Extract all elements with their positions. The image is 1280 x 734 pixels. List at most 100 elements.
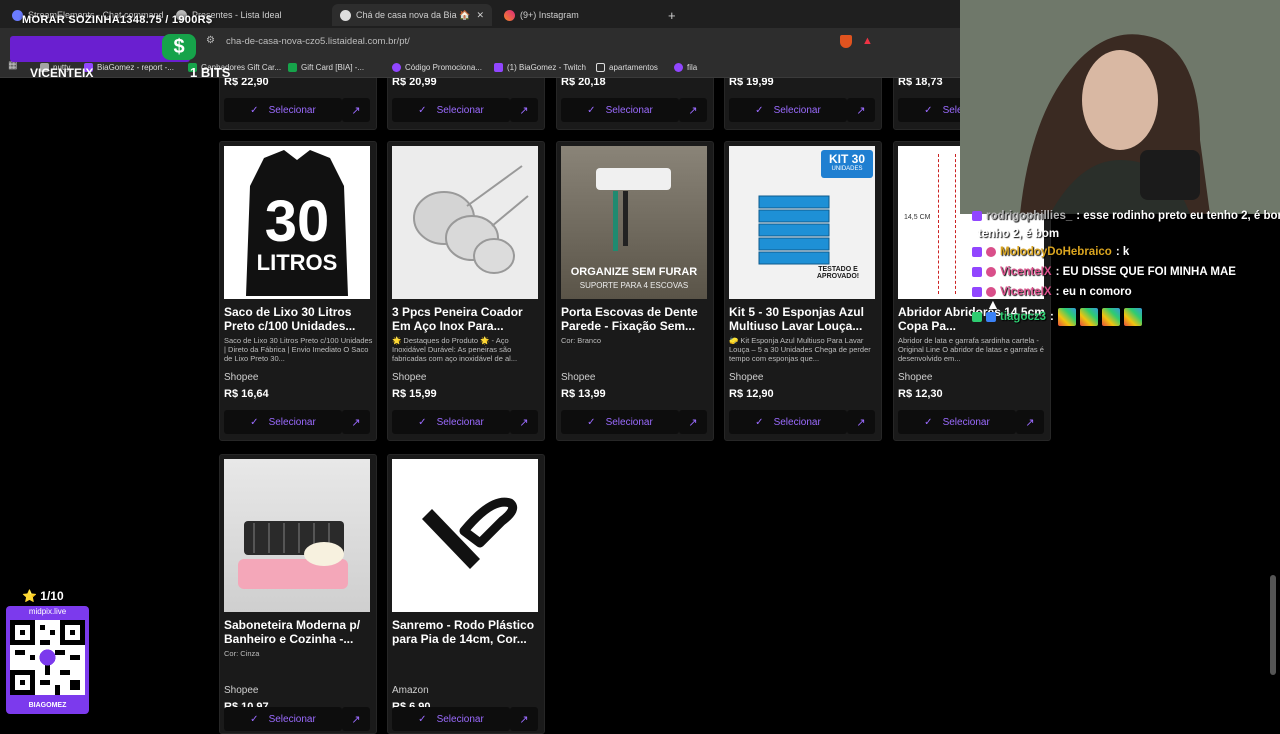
external-link-icon[interactable]: ↗	[510, 410, 538, 434]
streamer-name: BIAGOMEZ	[28, 702, 67, 709]
image-caption: TESTADO E APROVADO!	[816, 266, 860, 280]
badge-icon	[972, 211, 982, 221]
product-title[interactable]: Saco de Lixo 30 Litros Preto c/100 Unida…	[224, 305, 374, 333]
tune-icon[interactable]: ⚙	[206, 35, 215, 46]
twitch-icon	[494, 62, 503, 72]
star-counter: ⭐ 1/10	[22, 589, 64, 603]
image-caption: ORGANIZE SEM FURAR	[570, 266, 698, 278]
chat-overlay: rodrigophillies_: esse rodinho preto eu …	[972, 206, 1280, 332]
product-price: R$ 12,90	[729, 388, 774, 400]
scrollbar[interactable]	[1270, 575, 1276, 675]
select-button[interactable]: ✓Selecionar	[392, 410, 510, 434]
external-link-icon[interactable]: ↗	[847, 410, 875, 434]
chat-message: tiagocz3:	[972, 302, 1280, 332]
badge-icon	[972, 312, 982, 322]
select-button[interactable]: ✓Selecionar	[392, 98, 510, 122]
mouse-cursor-icon: ▲	[986, 296, 1000, 312]
image-caption: 14,5 CM	[904, 214, 931, 221]
url-field[interactable]: cha-de-casa-nova-czo5.listaideal.com.br/…	[200, 33, 840, 51]
product-title[interactable]: Kit 5 - 30 Esponjas Azul Multiuso Lavar …	[729, 305, 879, 333]
emote-icon	[1123, 308, 1142, 326]
check-icon: ✓	[250, 104, 259, 116]
product-store: Shopee	[729, 372, 764, 383]
chat-message: VicenteIX: eu n comoro	[972, 282, 1280, 302]
twitch-icon	[392, 62, 401, 72]
bookmark-item[interactable]: Código Promociona...	[392, 59, 482, 75]
product-store: Shopee	[224, 685, 259, 696]
external-link-icon[interactable]: ↗	[679, 98, 707, 122]
dollar-icon: $	[162, 34, 196, 60]
product-price: R$ 13,99	[561, 388, 606, 400]
product-description: 🧽 Kit Esponja Azul Multiuso Para Lavar L…	[729, 336, 871, 363]
browser-tab[interactable]: (9+) Instagram	[496, 4, 656, 26]
bookmark-item[interactable]: fila	[674, 59, 697, 75]
sieve-image[interactable]	[392, 146, 538, 299]
qr-code-icon	[10, 620, 85, 695]
product-card[interactable]: ORGANIZE SEM FURAR SUPORTE PARA 4 ESCOVA…	[556, 141, 714, 441]
external-link-icon[interactable]: ↗	[510, 98, 538, 122]
soap-dish-image[interactable]	[224, 459, 370, 612]
product-store: Shopee	[224, 372, 259, 383]
select-button[interactable]: ✓Selecionar	[729, 98, 847, 122]
external-link-icon[interactable]: ↗	[847, 98, 875, 122]
select-button[interactable]: ✓Selecionar	[224, 410, 342, 434]
plus-icon[interactable]: +	[660, 4, 680, 26]
bits-amount: 1 BITS	[190, 65, 231, 80]
external-link-icon[interactable]: ↗	[342, 707, 370, 731]
rewards-icon[interactable]: ▲	[862, 35, 873, 47]
select-button[interactable]: ✓Selecionar	[561, 410, 679, 434]
close-icon[interactable]: ✕	[476, 10, 484, 21]
product-store: Amazon	[392, 685, 429, 696]
check-icon: ✓	[250, 713, 259, 725]
product-card[interactable]: KIT 30 UNIDADES TESTADO E APROVADO! Kit …	[724, 141, 882, 441]
product-title[interactable]: 3 Ppcs Peneira Coador Em Aço Inox Para..…	[392, 305, 542, 333]
trash-bag-image[interactable]: 30 LITROS	[224, 146, 370, 299]
check-icon: ✓	[418, 104, 427, 116]
check-icon: ✓	[924, 416, 933, 428]
check-icon: ✓	[587, 416, 596, 428]
select-button[interactable]: ✓Selecionar	[392, 707, 510, 731]
check-icon: ✓	[755, 104, 764, 116]
twitch-icon	[674, 62, 683, 72]
product-description: Cor: Cinza	[224, 649, 260, 658]
instagram-icon	[504, 9, 515, 21]
product-title[interactable]: Sanremo - Rodo Plástico para Pia de 14cm…	[392, 618, 542, 646]
browser-tab-active[interactable]: Chá de casa nova da Bia 🏠 - Lis ✕	[332, 4, 492, 26]
brave-shield-icon[interactable]	[840, 35, 852, 48]
bookmark-item[interactable]: (1) BiaGomez - Twitch	[494, 59, 586, 75]
product-card[interactable]: 30 LITROS Saco de Lixo 30 Litros Preto c…	[219, 141, 377, 441]
check-icon: ✓	[418, 713, 427, 725]
external-link-icon[interactable]: ↗	[1016, 410, 1044, 434]
bookmark-item[interactable]: Gift Card [BIA] -...	[288, 59, 364, 75]
product-card[interactable]: Saboneteira Moderna p/ Banheiro e Cozinh…	[219, 454, 377, 734]
qr-url: midpix.live	[28, 607, 67, 616]
chat-message: MolodoyDoHebraico: k	[972, 242, 1280, 262]
product-title[interactable]: Saboneteira Moderna p/ Banheiro e Cozinh…	[224, 618, 374, 646]
external-link-icon[interactable]: ↗	[342, 410, 370, 434]
select-button[interactable]: ✓Selecionar	[898, 410, 1016, 434]
image-caption: KIT 30	[828, 152, 865, 166]
check-icon: ✓	[755, 416, 764, 428]
product-description: Cor: Branco	[561, 336, 602, 345]
emote-icon	[1057, 308, 1076, 326]
select-button[interactable]: ✓Selecionar	[224, 707, 342, 731]
product-card[interactable]: 3 Ppcs Peneira Coador Em Aço Inox Para..…	[387, 141, 545, 441]
select-button[interactable]: ✓Selecionar	[224, 98, 342, 122]
product-price: R$ 16,64	[224, 388, 269, 400]
product-card[interactable]: Sanremo - Rodo Plástico para Pia de 14cm…	[387, 454, 545, 734]
bookmark-item[interactable]: apartamentos	[596, 59, 658, 75]
external-link-icon[interactable]: ↗	[679, 410, 707, 434]
goal-text: MORAR SOZINHA1348.75 / 1900R$	[22, 14, 213, 26]
webcam-feed	[960, 0, 1280, 214]
select-button[interactable]: ✓Selecionar	[561, 98, 679, 122]
product-price: R$ 15,99	[392, 388, 437, 400]
squeegee-image[interactable]	[392, 459, 538, 612]
external-link-icon[interactable]: ↗	[510, 707, 538, 731]
product-description: 🌟 Destaques do Produto 🌟 - Aço Inoxidáve…	[392, 336, 518, 363]
product-store: Shopee	[392, 372, 427, 383]
sponge-kit-image[interactable]: KIT 30 UNIDADES TESTADO E APROVADO!	[729, 146, 875, 299]
select-button[interactable]: ✓Selecionar	[729, 410, 847, 434]
toothbrush-holder-image[interactable]: ORGANIZE SEM FURAR SUPORTE PARA 4 ESCOVA…	[561, 146, 707, 299]
external-link-icon[interactable]: ↗	[342, 98, 370, 122]
product-title[interactable]: Porta Escovas de Dente Parede - Fixação …	[561, 305, 711, 333]
